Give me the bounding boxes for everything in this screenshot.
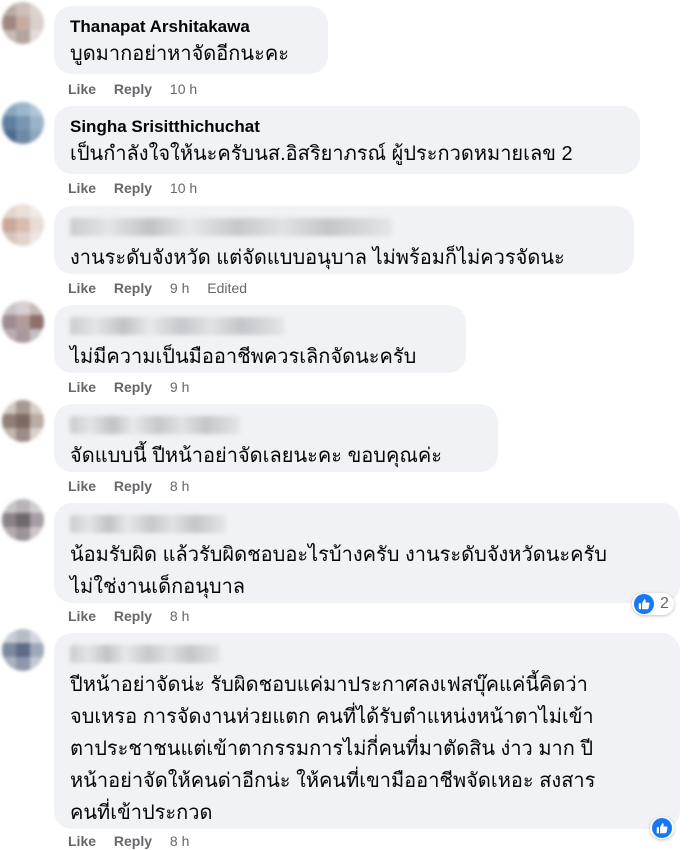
comment-actions: Like Reply 10 h [68,80,211,98]
thumbs-up-icon [652,818,672,838]
comment-text: ไม่ใช่งานเด็กอนุบาล [70,576,246,598]
reaction-summary[interactable] [650,817,674,839]
comment-actions: Like Reply 8 h [68,477,203,495]
comment-text: คนที่เข้าประกวด [70,802,213,824]
reply-button[interactable]: Reply [114,180,152,196]
comment-bubble: จัดแบบนี้ ปีหน้าอย่าจัดเลยนะคะ ขอบคุณค่ะ [54,404,498,472]
avatar[interactable] [2,400,44,442]
reply-button[interactable]: Reply [114,833,152,849]
reply-button[interactable]: Reply [114,608,152,624]
comment-author-redacted[interactable] [70,515,226,533]
comment-bubble: Singha Srisitthichuchat เป็นกำลังใจให้นะ… [54,106,640,174]
comment-bubble: งานระดับจังหวัด แต่จัดแบบอนุบาล ไม่พร้อม… [54,206,634,274]
comment-timestamp[interactable]: 8 h [170,608,189,624]
like-button[interactable]: Like [68,608,96,624]
like-button[interactable]: Like [68,280,96,296]
comment-actions: Like Reply 9 h [68,378,203,396]
comment-bubble: ไม่มีความเป็นมืออาชีพควรเลิกจัดนะครับ [54,305,466,373]
reply-button[interactable]: Reply [114,478,152,494]
avatar[interactable] [2,204,44,246]
comment-actions: Like Reply 8 h [68,832,203,850]
comment-author[interactable]: Thanapat Arshitakawa [70,16,314,38]
avatar[interactable] [2,2,44,44]
comment-text: จบเหรอ การจัดงานห่วยแตก คนที่ได้รับตำแหน… [70,706,594,728]
comment-actions: Like Reply 10 h [68,179,211,197]
avatar[interactable] [2,499,44,541]
comment-bubble: ปีหน้าอย่าจัดน่ะ รับผิดชอบแค่มาประกาศลงเ… [54,633,680,829]
comment-text: งานระดับจังหวัด แต่จัดแบบอนุบาล ไม่พร้อม… [70,247,565,269]
comment-text: จัดแบบนี้ ปีหน้าอย่าจัดเลยนะคะ ขอบคุณค่ะ [70,445,443,467]
comment-author[interactable]: Singha Srisitthichuchat [70,116,626,138]
avatar[interactable] [2,629,44,671]
comment-text: น้อมรับผิด แล้วรับผิดชอบอะไรบ้างครับ งาน… [70,544,607,566]
comment-author-redacted[interactable] [70,317,284,335]
comment-timestamp[interactable]: 9 h [170,379,189,395]
comment-text: ตาประชาชนแต่เข้าตากรรมการไม่กี่คนที่มาตั… [70,738,594,760]
like-button[interactable]: Like [68,379,96,395]
comment-timestamp[interactable]: 9 h [170,280,189,296]
like-button[interactable]: Like [68,833,96,849]
like-button[interactable]: Like [68,478,96,494]
comment-bubble: Thanapat Arshitakawa บูดมากอย่าหาจัดอีกน… [54,6,328,74]
comment-text: เป็นกำลังใจให้นะครับนส.อิสริยาภรณ์ ผู้ปร… [70,143,573,165]
reply-button[interactable]: Reply [114,379,152,395]
comment-timestamp[interactable]: 8 h [170,478,189,494]
comment-text: ไม่มีความเป็นมืออาชีพควรเลิกจัดนะครับ [70,346,417,368]
avatar[interactable] [2,301,44,343]
like-button[interactable]: Like [68,180,96,196]
reaction-summary[interactable]: 2 [632,593,674,615]
edited-label[interactable]: Edited [207,280,247,296]
reply-button[interactable]: Reply [114,280,152,296]
comment-actions: Like Reply 8 h [68,607,203,625]
avatar[interactable] [2,102,44,144]
reaction-count: 2 [660,595,669,612]
comment-author-redacted[interactable] [70,645,220,663]
thumbs-up-icon [634,594,654,614]
comment-timestamp[interactable]: 8 h [170,833,189,849]
comment-text: บูดมากอย่าหาจัดอีกนะคะ [70,43,289,65]
comment-text: ปีหน้าอย่าจัดน่ะ รับผิดชอบแค่มาประกาศลงเ… [70,674,588,696]
like-button[interactable]: Like [68,81,96,97]
comment-bubble: น้อมรับผิด แล้วรับผิดชอบอะไรบ้างครับ งาน… [54,503,680,603]
comment-timestamp[interactable]: 10 h [170,180,197,196]
comment-text: หน้าอย่าจัดให้คนด่าอีกน่ะ ให้คนที่เขามือ… [70,770,596,792]
comment-author-redacted[interactable] [70,416,240,434]
comment-timestamp[interactable]: 10 h [170,81,197,97]
comment-author-redacted[interactable] [70,218,392,236]
comment-actions: Like Reply 9 h Edited [68,279,261,297]
reply-button[interactable]: Reply [114,81,152,97]
